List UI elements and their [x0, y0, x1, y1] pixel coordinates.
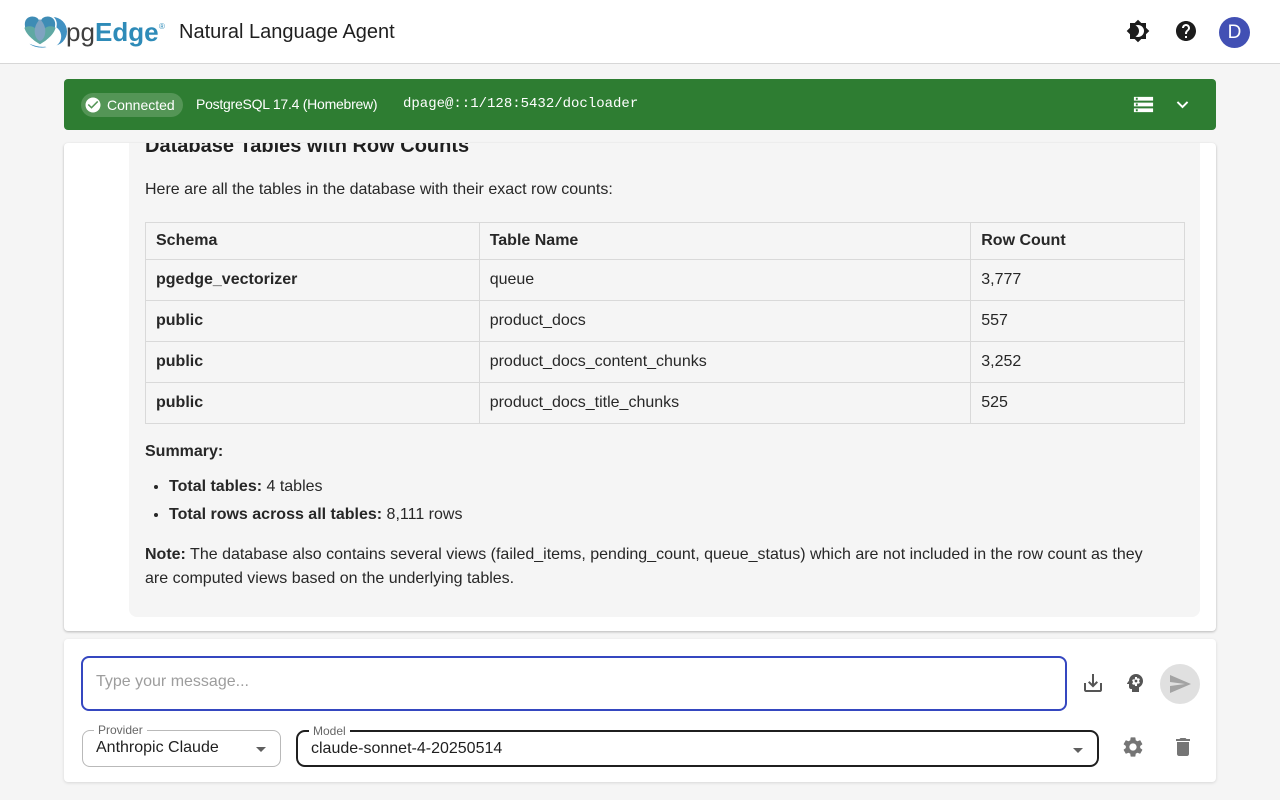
svg-text:Edge: Edge [95, 17, 159, 47]
svg-text:pg: pg [66, 17, 95, 47]
svg-text:®: ® [159, 22, 165, 31]
